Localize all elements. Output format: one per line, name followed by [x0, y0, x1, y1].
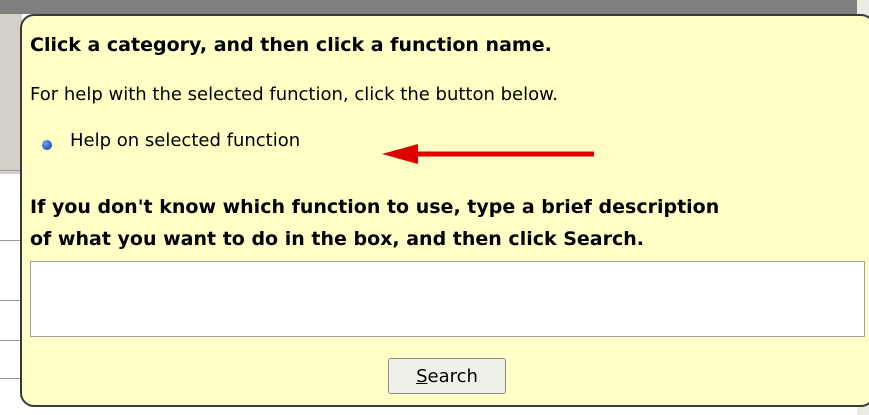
background-window-strip — [0, 0, 869, 14]
background-gridline — [0, 340, 22, 341]
search-instructions-line2: of what you want to do in the box, and t… — [30, 228, 645, 250]
search-button-accelerator: S — [416, 365, 428, 387]
help-on-selected-function-link[interactable]: Help on selected function — [70, 130, 300, 151]
red-arrow-icon — [382, 144, 594, 164]
balloon-help-text: For help with the selected function, cli… — [30, 84, 558, 105]
search-instructions-line1: If you don't know which function to use,… — [30, 196, 720, 218]
balloon-heading: Click a category, and then click a funct… — [30, 34, 552, 56]
background-gridline — [0, 300, 22, 301]
search-description-input[interactable] — [30, 261, 865, 337]
search-button-label: earch — [427, 365, 478, 387]
bullet-icon — [42, 140, 52, 150]
background-gridline — [0, 378, 22, 379]
background-gridline — [0, 240, 22, 241]
help-balloon: Click a category, and then click a funct… — [20, 14, 869, 407]
search-button[interactable]: Search — [388, 358, 506, 394]
background-gridline — [0, 170, 22, 171]
background-panel — [0, 14, 22, 174]
